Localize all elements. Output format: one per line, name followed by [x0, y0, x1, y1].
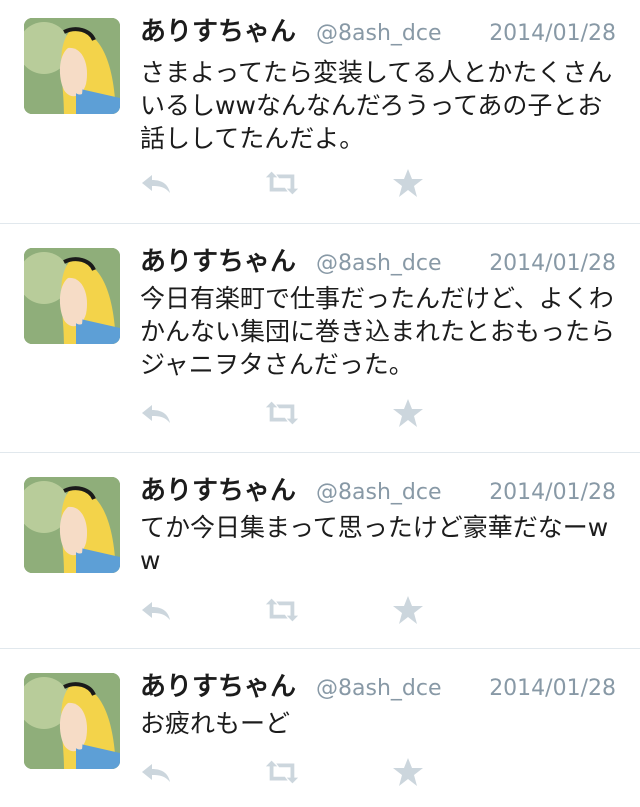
reply-button[interactable]	[138, 166, 174, 200]
tweet-text: てか今日集まって思ったけど豪華だなーww	[140, 513, 609, 575]
retweet-button[interactable]	[264, 166, 300, 200]
tweet-date[interactable]: 2014/01/28	[489, 473, 616, 513]
star-icon	[393, 596, 423, 624]
retweet-icon	[265, 171, 299, 195]
tweet[interactable]: ありすちゃん @8ash_dce 2014/01/28 さまよってたら変装してる…	[0, 0, 640, 224]
reply-icon	[142, 764, 170, 782]
retweet-icon	[265, 598, 299, 622]
tweet[interactable]: ありすちゃん @8ash_dce 2014/01/28 お疲れもーど	[0, 649, 640, 807]
favorite-button[interactable]	[390, 166, 426, 200]
tweet-header: ありすちゃん @8ash_dce 2014/01/28	[140, 471, 616, 511]
retweet-button[interactable]	[264, 593, 300, 627]
user-name[interactable]: ありすちゃん	[140, 242, 296, 282]
alice-avatar[interactable]	[24, 248, 120, 344]
reply-button[interactable]	[138, 396, 174, 430]
tweet[interactable]: ありすちゃん @8ash_dce 2014/01/28 今日有楽町で仕事だったん…	[0, 224, 640, 453]
tweet-date[interactable]: 2014/01/28	[489, 244, 616, 284]
favorite-button[interactable]	[390, 396, 426, 430]
user-handle[interactable]: @8ash_dce	[316, 244, 441, 284]
tweet-date[interactable]: 2014/01/28	[489, 14, 616, 54]
reply-icon	[142, 602, 170, 620]
retweet-icon	[265, 760, 299, 784]
tweet-date[interactable]: 2014/01/28	[489, 669, 616, 709]
alice-avatar[interactable]	[24, 477, 120, 573]
tweet[interactable]: ありすちゃん @8ash_dce 2014/01/28 てか今日集まって思ったけ…	[0, 453, 640, 649]
user-handle[interactable]: @8ash_dce	[316, 669, 441, 709]
alice-avatar[interactable]	[24, 18, 120, 114]
tweet-actions	[138, 755, 438, 789]
tweet-header: ありすちゃん @8ash_dce 2014/01/28	[140, 667, 616, 707]
favorite-button[interactable]	[390, 755, 426, 789]
retweet-icon	[265, 401, 299, 425]
reply-button[interactable]	[138, 755, 174, 789]
user-handle[interactable]: @8ash_dce	[316, 14, 441, 54]
star-icon	[393, 169, 423, 197]
tweet-text: さまよってたら変装してる人とかたくさんいるしwwなんなんだろうってあの子とお話し…	[140, 58, 613, 153]
star-icon	[393, 758, 423, 786]
user-name[interactable]: ありすちゃん	[140, 471, 296, 511]
tweet-header: ありすちゃん @8ash_dce 2014/01/28	[140, 242, 616, 282]
tweet-actions	[138, 396, 438, 430]
user-name[interactable]: ありすちゃん	[140, 667, 296, 707]
reply-button[interactable]	[138, 593, 174, 627]
favorite-button[interactable]	[390, 593, 426, 627]
star-icon	[393, 399, 423, 427]
retweet-button[interactable]	[264, 396, 300, 430]
alice-avatar[interactable]	[24, 673, 120, 769]
tweet-header: ありすちゃん @8ash_dce 2014/01/28	[140, 12, 616, 52]
tweet-text: 今日有楽町で仕事だったんだけど、よくわかんない集団に巻き込まれたとおもったらジャ…	[140, 284, 616, 379]
tweet-actions	[138, 593, 438, 627]
user-name[interactable]: ありすちゃん	[140, 12, 296, 52]
tweet-text: お疲れもーど	[140, 709, 291, 738]
retweet-button[interactable]	[264, 755, 300, 789]
reply-icon	[142, 405, 170, 423]
reply-icon	[142, 175, 170, 193]
user-handle[interactable]: @8ash_dce	[316, 473, 441, 513]
tweet-actions	[138, 166, 438, 200]
